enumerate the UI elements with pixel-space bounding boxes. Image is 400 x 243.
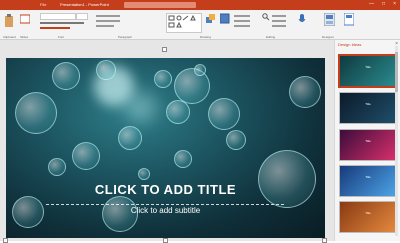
bubble: [174, 150, 192, 168]
light-glow: [126, 92, 156, 122]
panel-title: Design Ideas: [338, 42, 362, 47]
bubble: [194, 64, 206, 76]
add-in-icon[interactable]: [344, 13, 354, 26]
thumbnail-label: Title: [365, 65, 371, 69]
slide-title-placeholder[interactable]: CLICK TO ADD TITLE: [6, 182, 325, 197]
bubble: [226, 130, 246, 150]
replace-button[interactable]: [272, 20, 286, 22]
slide-subtitle-placeholder[interactable]: Click to add subtitle: [6, 206, 325, 215]
window-controls: — □ ×: [369, 1, 396, 8]
title-bar: File Presentation1 - PowerPoint Search —…: [0, 0, 400, 16]
bubble: [118, 126, 142, 150]
bubble: [138, 168, 150, 180]
shape-fill[interactable]: [234, 15, 250, 17]
design-thumbnail[interactable]: Title: [339, 129, 397, 161]
new-slide-icon[interactable]: [20, 14, 30, 24]
group-label-clipboard: Clipboard: [3, 35, 16, 39]
find-button[interactable]: [272, 15, 286, 17]
bubble: [52, 62, 80, 90]
shapes-icon: [168, 15, 196, 28]
current-slide[interactable]: CLICK TO ADD TITLE Click to add subtitle: [6, 58, 325, 238]
minimize-button[interactable]: —: [369, 1, 374, 8]
find-icon[interactable]: [262, 13, 270, 21]
font-size-select[interactable]: [76, 13, 88, 20]
bubble: [48, 158, 66, 176]
bubble: [258, 150, 316, 208]
arrange-icon[interactable]: [206, 13, 216, 25]
paste-icon[interactable]: [4, 14, 14, 28]
group-label-paragraph: Paragraph: [118, 35, 133, 39]
design-ideas-icon[interactable]: [324, 13, 335, 26]
spacing-buttons[interactable]: [96, 25, 114, 27]
search-box[interactable]: Search: [124, 2, 196, 16]
quick-access: File: [40, 2, 46, 8]
align-buttons[interactable]: [96, 20, 120, 22]
bubble: [208, 98, 240, 130]
thumbnail-label: Title: [365, 175, 371, 179]
window-title: Presentation1 - PowerPoint: [60, 2, 109, 7]
ribbon: Clipboard Slides Font Paragraph Drawing …: [0, 10, 400, 40]
design-thumbnail[interactable]: Title: [339, 165, 397, 197]
rotate-handle[interactable]: [162, 47, 167, 52]
shape-outline[interactable]: [234, 20, 250, 22]
bubble: [166, 100, 190, 124]
placeholder-border: [46, 204, 284, 205]
shape-effects[interactable]: [234, 25, 250, 27]
select-button[interactable]: [272, 25, 286, 27]
thumbnail-label: Title: [365, 139, 371, 143]
font-family-select[interactable]: [40, 13, 76, 20]
thumbnail-label: Title: [365, 102, 371, 106]
list-buttons[interactable]: [96, 15, 120, 17]
panel-scrollbar[interactable]: [395, 46, 398, 236]
design-thumbnail[interactable]: Title: [339, 92, 397, 124]
bubble: [289, 76, 321, 108]
tab-file[interactable]: File: [40, 2, 46, 8]
bubble: [72, 142, 100, 170]
font-color-button[interactable]: [40, 27, 70, 29]
design-thumbnail[interactable]: Title: [338, 54, 398, 88]
bubble: [96, 60, 116, 80]
group-label-designer: Designer: [322, 35, 335, 39]
bubble: [154, 70, 172, 88]
maximize-button[interactable]: □: [382, 1, 385, 8]
design-ideas-panel: Design Ideas × Title Title Title Title T…: [334, 40, 400, 241]
design-thumbnail[interactable]: Title: [339, 201, 397, 233]
group-label-editing: Editing: [266, 35, 276, 39]
group-label-font: Font: [58, 35, 65, 39]
quick-styles-icon[interactable]: [220, 13, 230, 25]
bubble: [15, 92, 57, 134]
microphone-icon[interactable]: [298, 14, 306, 26]
font-format-buttons[interactable]: [40, 22, 84, 24]
close-button[interactable]: ×: [393, 1, 396, 8]
group-label-drawing: Drawing: [200, 35, 212, 39]
thumbnail-label: Title: [365, 211, 371, 215]
group-label-slides: Slides: [20, 35, 29, 39]
scrollbar-thumb[interactable]: [395, 52, 398, 92]
